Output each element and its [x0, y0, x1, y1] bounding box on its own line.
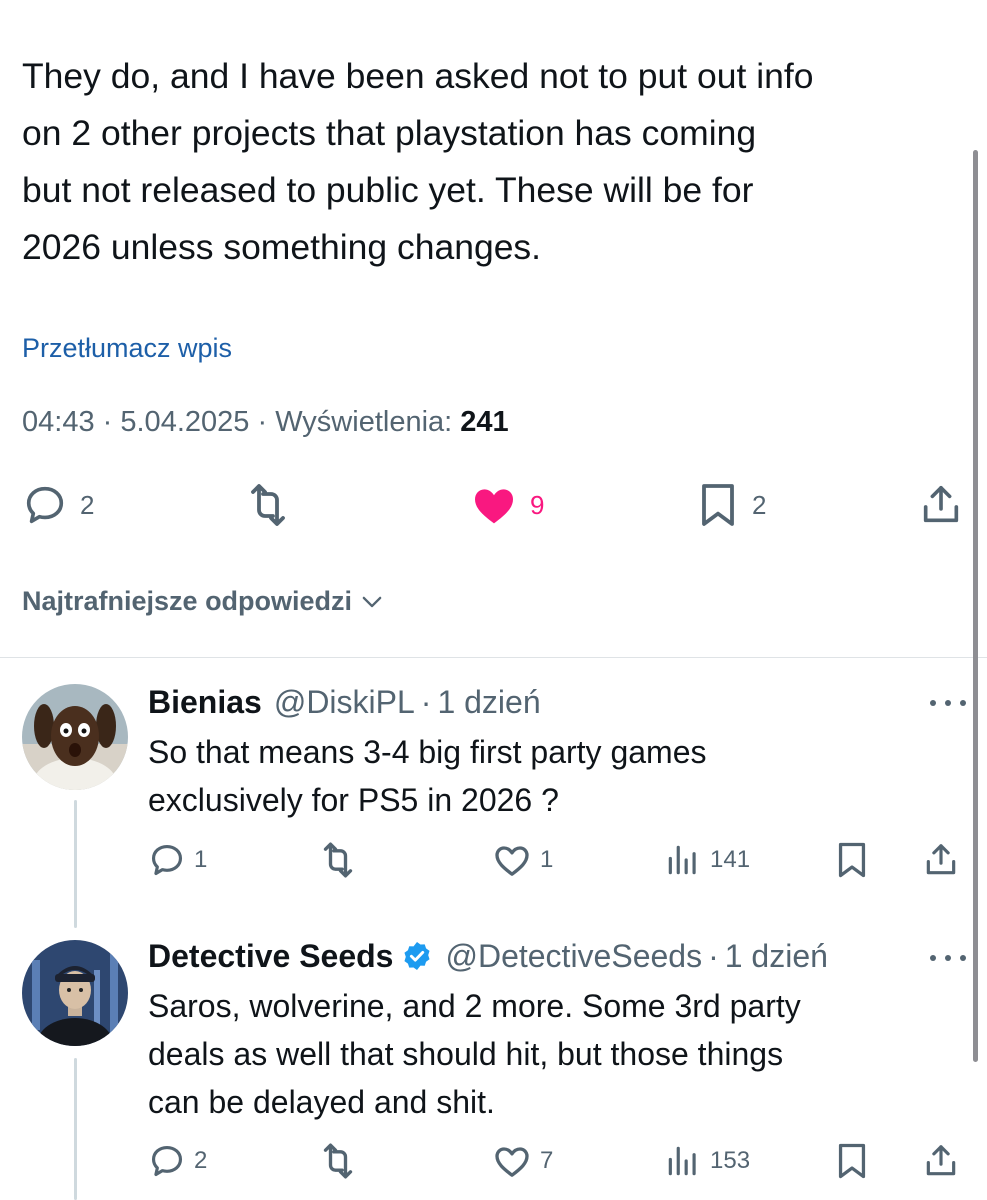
tweet-text-line: on 2 other projects that playstation has… — [22, 113, 757, 153]
tweet-text-line: 2026 unless something changes. — [22, 227, 542, 267]
share-button[interactable] — [922, 840, 960, 880]
tweet-text: They do, and I have been asked not to pu… — [22, 48, 962, 276]
reply-action-bar: 2 7 153 — [0, 1141, 987, 1181]
like-count: 7 — [540, 1147, 554, 1174]
author-handle[interactable]: @DiskiPL — [274, 684, 415, 721]
reply-text-line: can be delayed and shit. — [148, 1084, 495, 1120]
reply-icon — [148, 1142, 186, 1180]
views-count: 141 — [710, 846, 751, 873]
bookmark-button[interactable] — [834, 1141, 870, 1181]
verified-badge-icon — [401, 940, 433, 972]
reply-count: 2 — [80, 489, 95, 520]
like-count: 1 — [540, 846, 554, 873]
author-handle[interactable]: @DetectiveSeeds — [445, 938, 702, 975]
more-options-button[interactable] — [930, 948, 966, 968]
reply-text-line: So that means 3-4 big first party games — [148, 734, 707, 770]
analytics-icon — [664, 1142, 702, 1180]
reply-button[interactable]: 2 — [22, 480, 94, 530]
meta-separator: · — [102, 406, 113, 438]
reply-button[interactable]: 2 — [148, 1141, 207, 1181]
reply-header: Bienias @DiskiPL · 1 dzień — [148, 682, 948, 722]
avatar[interactable] — [22, 940, 128, 1046]
share-button[interactable] — [918, 480, 964, 530]
retweet-icon — [318, 840, 358, 880]
author-name[interactable]: Detective Seeds — [148, 938, 393, 975]
reply-icon — [148, 841, 186, 879]
reply-age[interactable]: 1 dzień — [437, 684, 540, 721]
reply-text-line: deals as well that should hit, but those… — [148, 1036, 784, 1072]
reply-item[interactable]: Detective Seeds @DetectiveSeeds · 1 dzie… — [148, 936, 948, 1126]
retweet-button[interactable] — [318, 840, 358, 880]
replies-sort-label: Najtrafniejsze odpowiedzi — [22, 586, 353, 616]
views-label: Wyświetlenia: — [275, 406, 453, 438]
tweet-meta: 04:43 · 5.04.2025 · Wyświetlenia: 241 — [22, 406, 509, 439]
share-icon — [922, 841, 960, 879]
heart-filled-icon — [470, 481, 518, 529]
tweet-text-line: They do, and I have been asked not to pu… — [22, 56, 814, 96]
reply-header: Detective Seeds @DetectiveSeeds · 1 dzie… — [148, 936, 948, 976]
scrollbar[interactable] — [973, 150, 978, 1062]
replies-sort-dropdown[interactable]: Najtrafniejsze odpowiedzi — [22, 586, 386, 617]
meta-separator: · — [257, 406, 268, 438]
retweet-button[interactable] — [244, 480, 292, 530]
reply-count: 2 — [194, 1147, 208, 1174]
like-button[interactable]: 7 — [492, 1141, 553, 1181]
bookmark-button[interactable] — [834, 840, 870, 880]
chevron-down-icon — [358, 588, 386, 616]
bookmark-icon — [834, 840, 870, 880]
like-count: 9 — [530, 489, 545, 520]
bookmark-icon — [834, 1141, 870, 1181]
divider — [0, 657, 987, 658]
author-name[interactable]: Bienias — [148, 684, 262, 721]
views-count: 241 — [460, 406, 509, 438]
bookmark-button[interactable]: 2 — [696, 480, 766, 530]
share-button[interactable] — [922, 1141, 960, 1181]
reply-age[interactable]: 1 dzień — [725, 938, 828, 975]
heart-icon — [492, 1141, 532, 1181]
like-button[interactable]: 9 — [470, 480, 544, 530]
share-icon — [922, 1142, 960, 1180]
like-button[interactable]: 1 — [492, 840, 553, 880]
reply-text: Saros, wolverine, and 2 more. Some 3rd p… — [148, 982, 948, 1126]
retweet-button[interactable] — [318, 1141, 358, 1181]
reply-item[interactable]: Bienias @DiskiPL · 1 dzień So that means… — [148, 682, 948, 824]
tweet-date[interactable]: 5.04.2025 — [120, 406, 249, 438]
views-count: 153 — [710, 1147, 751, 1174]
avatar[interactable] — [22, 684, 128, 790]
reply-text-line: Saros, wolverine, and 2 more. Some 3rd p… — [148, 988, 801, 1024]
reply-icon — [22, 482, 68, 528]
tweet-text-line: but not released to public yet. These wi… — [22, 170, 754, 210]
retweet-icon — [318, 1141, 358, 1181]
reply-action-bar: 1 1 141 — [0, 840, 987, 880]
translate-post-link[interactable]: Przetłumacz wpis — [22, 333, 232, 364]
bookmark-icon — [696, 481, 740, 529]
reply-text-line: exclusively for PS5 in 2026 ? — [148, 782, 559, 818]
meta-separator: · — [420, 683, 432, 720]
reply-count: 1 — [194, 846, 208, 873]
reply-text: So that means 3-4 big first party games … — [148, 728, 948, 824]
reply-button[interactable]: 1 — [148, 840, 207, 880]
views-button[interactable]: 141 — [664, 840, 750, 880]
more-options-button[interactable] — [930, 693, 966, 713]
share-icon — [918, 482, 964, 528]
retweet-icon — [244, 481, 292, 529]
bookmark-count: 2 — [752, 489, 767, 520]
meta-separator: · — [708, 937, 719, 974]
tweet-action-bar: 2 9 2 — [0, 480, 987, 530]
heart-icon — [492, 840, 532, 880]
analytics-icon — [664, 841, 702, 879]
views-button[interactable]: 153 — [664, 1141, 750, 1181]
tweet-time[interactable]: 04:43 — [22, 406, 95, 438]
